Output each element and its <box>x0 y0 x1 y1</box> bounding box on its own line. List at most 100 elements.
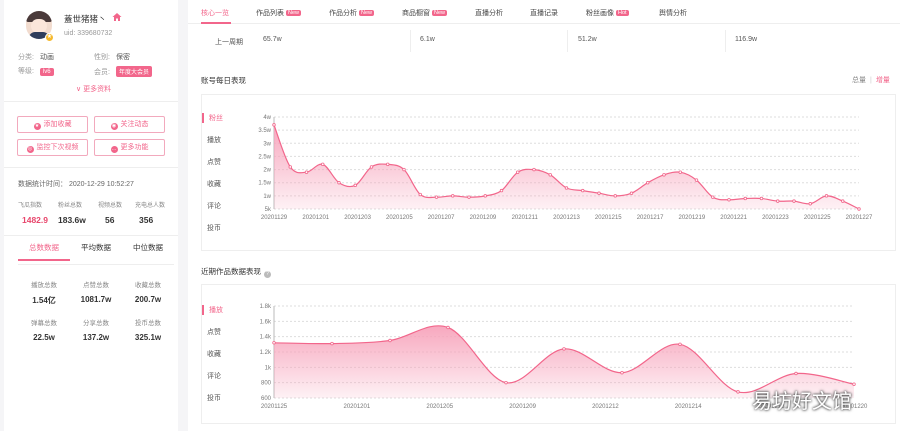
data-point[interactable] <box>446 325 450 330</box>
metric-tab-plays[interactable]: 播放 <box>202 135 232 145</box>
data-point[interactable] <box>272 341 276 345</box>
data-point[interactable] <box>337 181 341 185</box>
metric-tab-likes[interactable]: 点赞 <box>202 157 232 167</box>
x-tick-label: 20201211 <box>512 215 539 221</box>
data-point[interactable] <box>451 194 455 198</box>
prev-period-row: 上一周期 65.7w 6.1w 51.2w 116.9w <box>188 30 900 52</box>
total-label: 投币总数 <box>135 320 161 327</box>
data-point[interactable] <box>824 194 829 198</box>
data-point[interactable] <box>646 181 650 185</box>
tab-live-analysis[interactable]: 直播分析 <box>475 8 503 18</box>
data-point[interactable] <box>504 380 508 385</box>
data-point[interactable] <box>629 191 634 195</box>
data-point[interactable] <box>794 371 798 376</box>
total-increment-toggle: 总量 | 增量 <box>852 77 890 84</box>
data-point[interactable] <box>272 123 276 127</box>
eye-icon: ◉ <box>110 123 118 130</box>
data-point[interactable] <box>564 186 569 190</box>
x-tick-label: 20201201 <box>302 215 329 221</box>
toggle-increment[interactable]: 增量 <box>876 77 890 84</box>
y-tick-label: 3w <box>263 141 271 147</box>
data-point[interactable] <box>613 194 617 198</box>
data-point[interactable] <box>736 390 740 394</box>
data-point[interactable] <box>620 370 624 375</box>
category-row: 分类: 动画 <box>18 54 54 61</box>
data-point[interactable] <box>808 202 812 206</box>
add-favorite-button[interactable]: ★ 添加收藏 <box>17 116 88 133</box>
coin-total-value: 325.1w <box>134 333 162 342</box>
data-point[interactable] <box>434 195 439 199</box>
daily-area-chart: 4w 3.5w 3w 2.5w 2w 1.5w 1w 5k 20201129 20201201 20… <box>258 115 873 221</box>
vip-badge-icon: ★ <box>45 33 54 42</box>
y-tick-label: 5k <box>265 207 272 213</box>
tab-fans-portrait[interactable]: 粉丝画像 Hot <box>586 8 629 18</box>
data-point[interactable] <box>288 165 292 169</box>
data-point[interactable] <box>304 170 309 174</box>
more-functions-button[interactable]: … 更多功能 <box>94 139 165 156</box>
data-point[interactable] <box>516 170 520 174</box>
monitor-next-video-button[interactable]: ◎ 监控下次视频 <box>17 139 88 156</box>
metric-tab-plays[interactable]: 播放 <box>202 305 232 315</box>
data-point[interactable] <box>353 183 357 188</box>
data-point[interactable] <box>548 173 552 177</box>
more-info-link[interactable]: ∨ 更多资料 <box>76 84 111 94</box>
data-point[interactable] <box>711 195 715 199</box>
data-point[interactable] <box>581 188 585 193</box>
data-point[interactable] <box>678 170 682 174</box>
metric-tab-comments[interactable]: 评论 <box>202 371 232 381</box>
data-point[interactable] <box>694 178 699 182</box>
metric-tab-coins[interactable]: 投币 <box>202 393 232 403</box>
data-point[interactable] <box>562 347 566 351</box>
tab-works-list[interactable]: 作品列表 New <box>256 8 302 18</box>
user-uid: uid: 339680732 <box>64 30 113 37</box>
data-point[interactable] <box>776 199 780 203</box>
data-point[interactable] <box>418 192 422 197</box>
data-point[interactable] <box>597 191 601 195</box>
follow-updates-button[interactable]: ◉ 关注动态 <box>94 116 165 133</box>
tab-sentiment-analysis[interactable]: 舆情分析 <box>659 8 687 18</box>
prev-period-label: 上一周期 <box>215 39 243 46</box>
tab-median-data[interactable]: 中位数据 <box>122 242 174 259</box>
data-point[interactable] <box>402 167 406 172</box>
data-point[interactable] <box>532 167 536 172</box>
metric-tab-fans[interactable]: 粉丝 <box>202 113 232 123</box>
monitor-icon: ◎ <box>26 146 34 153</box>
data-point[interactable] <box>662 173 666 177</box>
summary-label: 飞瓜指数 <box>18 203 43 209</box>
tab-live-records[interactable]: 直播记录 <box>530 8 558 18</box>
x-tick-label: 20201212 <box>592 404 619 410</box>
tab-total-data[interactable]: 总数数据 <box>18 242 70 261</box>
data-point[interactable] <box>499 188 504 193</box>
data-point[interactable] <box>852 382 856 386</box>
x-tick-label: 20201221 <box>720 215 747 221</box>
tab-core-overview[interactable]: 核心一览 <box>201 8 229 18</box>
metric-tab-coins[interactable]: 投币 <box>202 223 232 233</box>
x-tick-label: 20201223 <box>762 215 789 221</box>
metric-tab-favorites[interactable]: 收藏 <box>202 179 232 189</box>
data-point[interactable] <box>483 194 487 198</box>
data-point[interactable] <box>330 341 334 346</box>
help-icon[interactable]: ? <box>264 271 271 278</box>
data-point[interactable] <box>792 199 796 203</box>
toggle-total[interactable]: 总量 <box>852 77 866 84</box>
tab-product-showcase[interactable]: 商品橱窗 New <box>402 8 448 18</box>
tab-average-data[interactable]: 平均数据 <box>70 242 122 259</box>
data-point[interactable] <box>386 162 390 167</box>
data-point[interactable] <box>467 195 471 199</box>
summary-label: 粉丝总数 <box>58 203 83 209</box>
data-point[interactable] <box>743 196 747 201</box>
home-icon[interactable] <box>112 12 122 22</box>
data-point[interactable] <box>388 338 392 343</box>
data-point[interactable] <box>678 342 682 347</box>
metric-tab-comments[interactable]: 评论 <box>202 201 232 211</box>
play-total-value: 1.54亿 <box>32 296 56 305</box>
data-point[interactable] <box>321 162 325 167</box>
metric-tab-likes[interactable]: 点赞 <box>202 327 232 337</box>
data-point[interactable] <box>369 165 374 169</box>
data-point[interactable] <box>727 198 731 202</box>
metric-tab-favorites[interactable]: 收藏 <box>202 349 232 359</box>
data-point[interactable] <box>841 199 845 203</box>
data-point[interactable] <box>857 207 861 211</box>
data-point[interactable] <box>759 196 764 201</box>
tab-works-analysis[interactable]: 作品分析 New <box>329 8 375 18</box>
